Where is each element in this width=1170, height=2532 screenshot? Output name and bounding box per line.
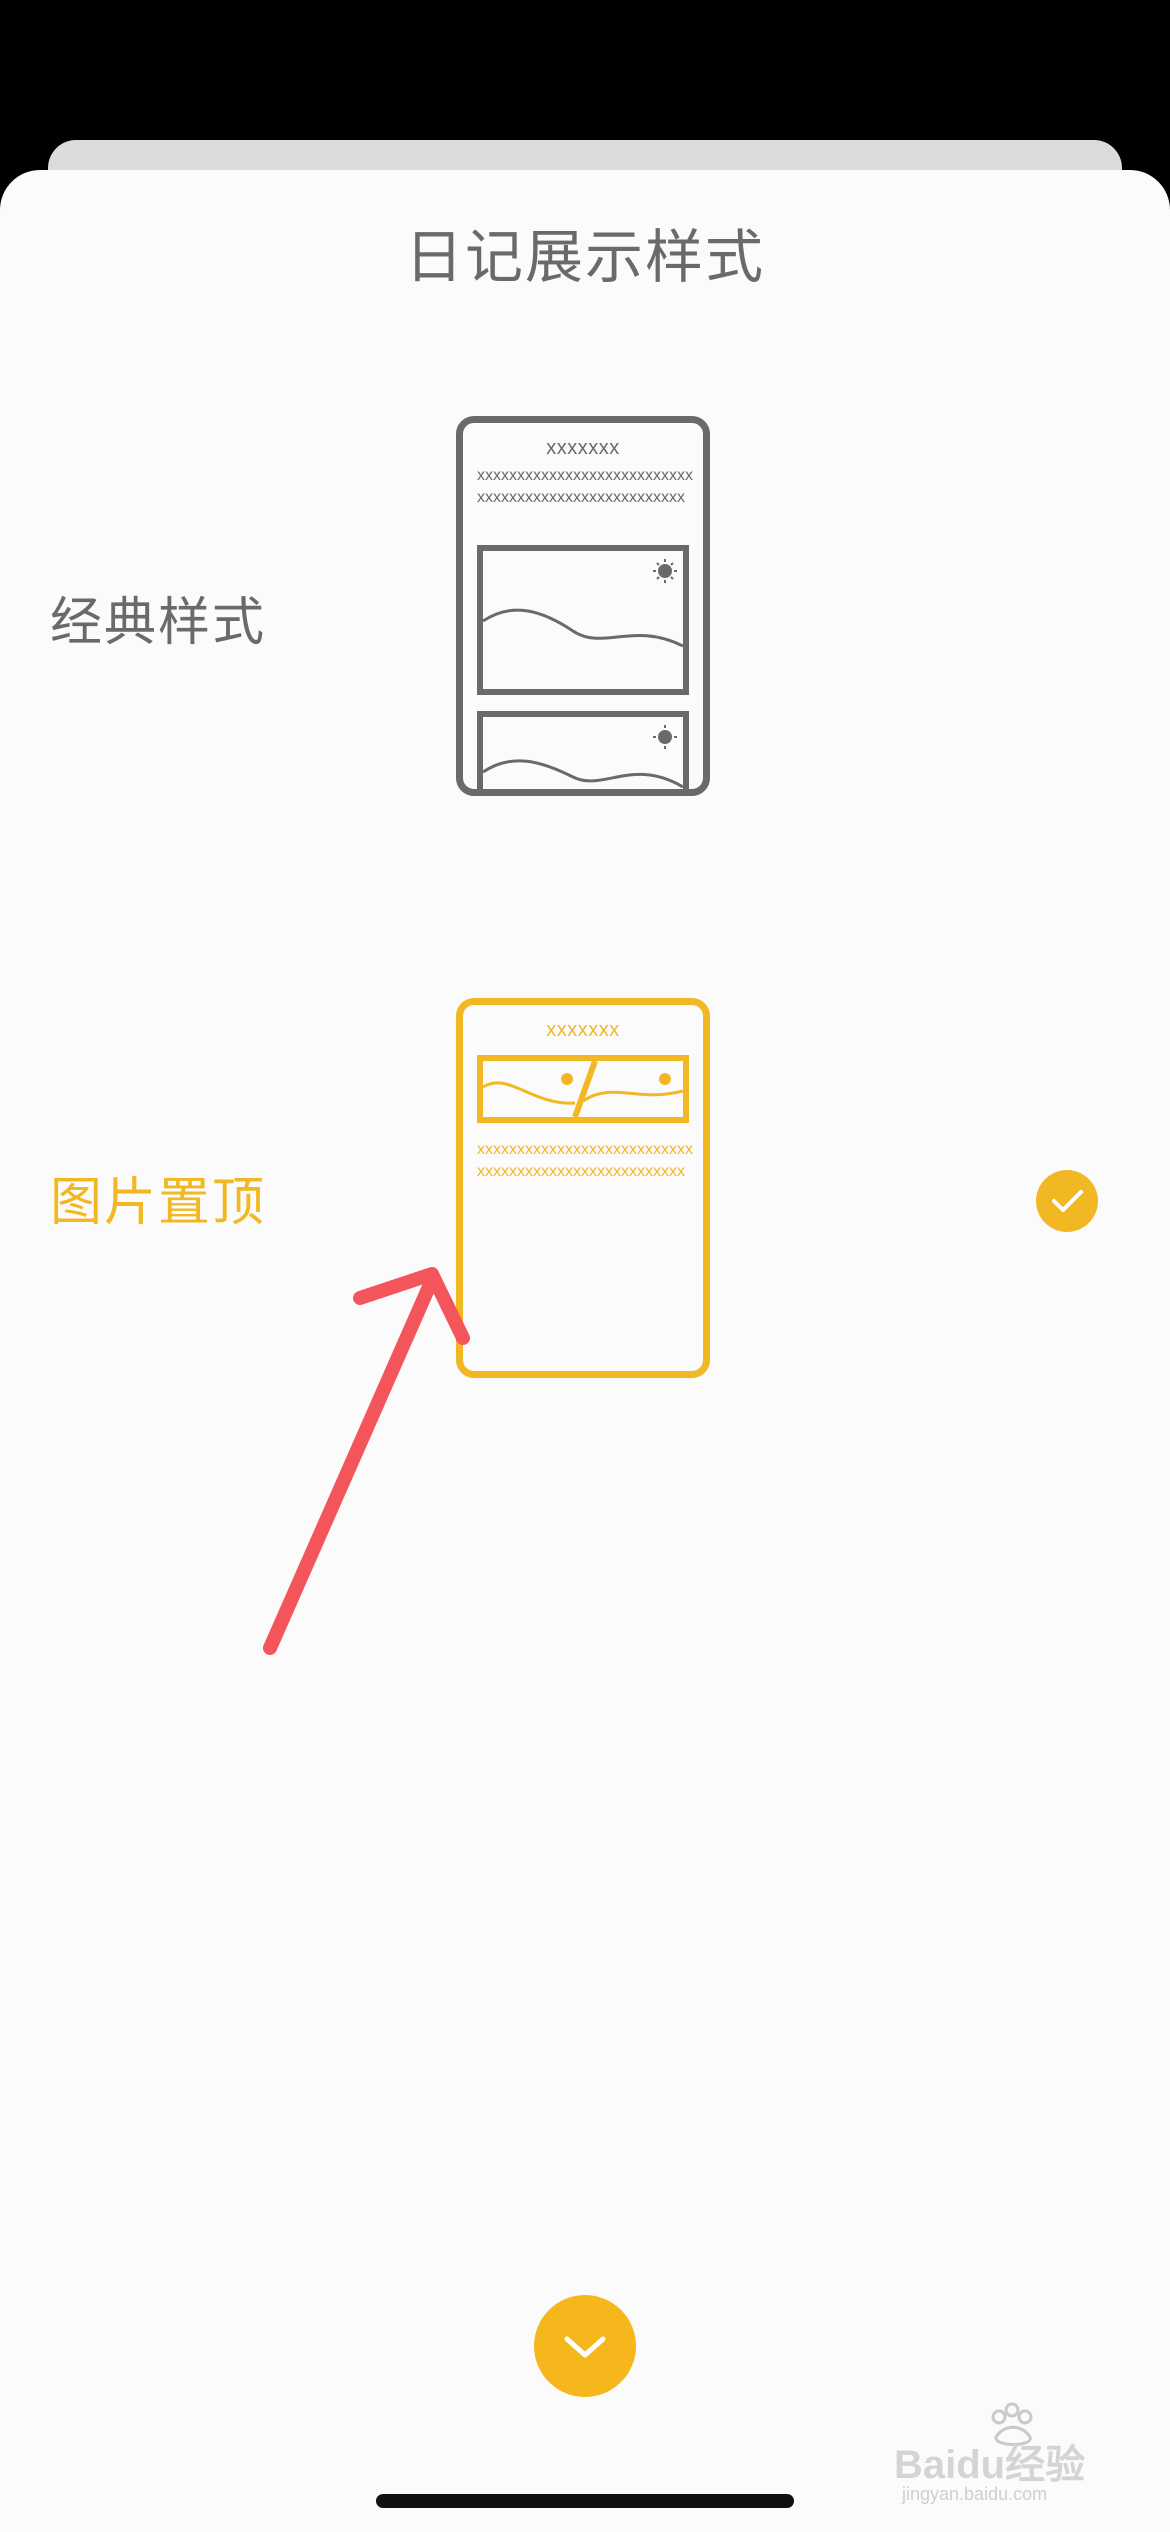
- collapse-button[interactable]: [534, 2295, 636, 2397]
- home-indicator: [376, 2494, 794, 2508]
- preview-body-text: xxxxxxxxxxxxxxxxxxxxxxxxxxxxxxxxxxxxxxxx…: [477, 467, 693, 506]
- sun-icon: [653, 725, 677, 749]
- preview-body-text: xxxxxxxxxxxxxxxxxxxxxxxxxxxxxxxxxxxxxxxx…: [477, 1141, 693, 1180]
- wave-line: [483, 759, 683, 789]
- preview-image-top-style[interactable]: xxxxxxx xxxxxxxxxxxxxxxxxxxxxxxxxxxxxxxx…: [456, 998, 710, 1378]
- preview-image-banner: [477, 1055, 689, 1123]
- baidu-watermark: Baidu经验 jingyan.baidu.com: [894, 2402, 1124, 2512]
- preview-image-placeholder: [477, 711, 689, 789]
- display-style-sheet: 日记展示样式 经典样式 xxxxxxx xxxxxxxxxxxxxxxxxxxx…: [0, 170, 1170, 2532]
- wave-line: [483, 1081, 576, 1105]
- wave-line: [582, 1089, 683, 1103]
- option-label-classic[interactable]: 经典样式: [50, 580, 266, 655]
- preview-classic-style[interactable]: xxxxxxx xxxxxxxxxxxxxxxxxxxxxxxxxxxxxxxx…: [456, 416, 710, 796]
- sun-icon: [561, 1073, 671, 1085]
- watermark-url: jingyan.baidu.com: [902, 2484, 1048, 2504]
- preview-title: xxxxxxx: [546, 1019, 620, 1041]
- option-label-image-top[interactable]: 图片置顶: [50, 1160, 266, 1235]
- watermark-brand: Baidu经验: [894, 2443, 1086, 2487]
- sheet-title: 日记展示样式: [404, 223, 765, 291]
- preview-title: xxxxxxx: [546, 437, 620, 459]
- wave-line: [483, 608, 683, 648]
- sun-icon: [653, 559, 677, 583]
- check-circle-icon[interactable]: [1036, 1170, 1098, 1232]
- preview-image-placeholder: [477, 545, 689, 695]
- chevron-down-icon: [564, 2336, 606, 2358]
